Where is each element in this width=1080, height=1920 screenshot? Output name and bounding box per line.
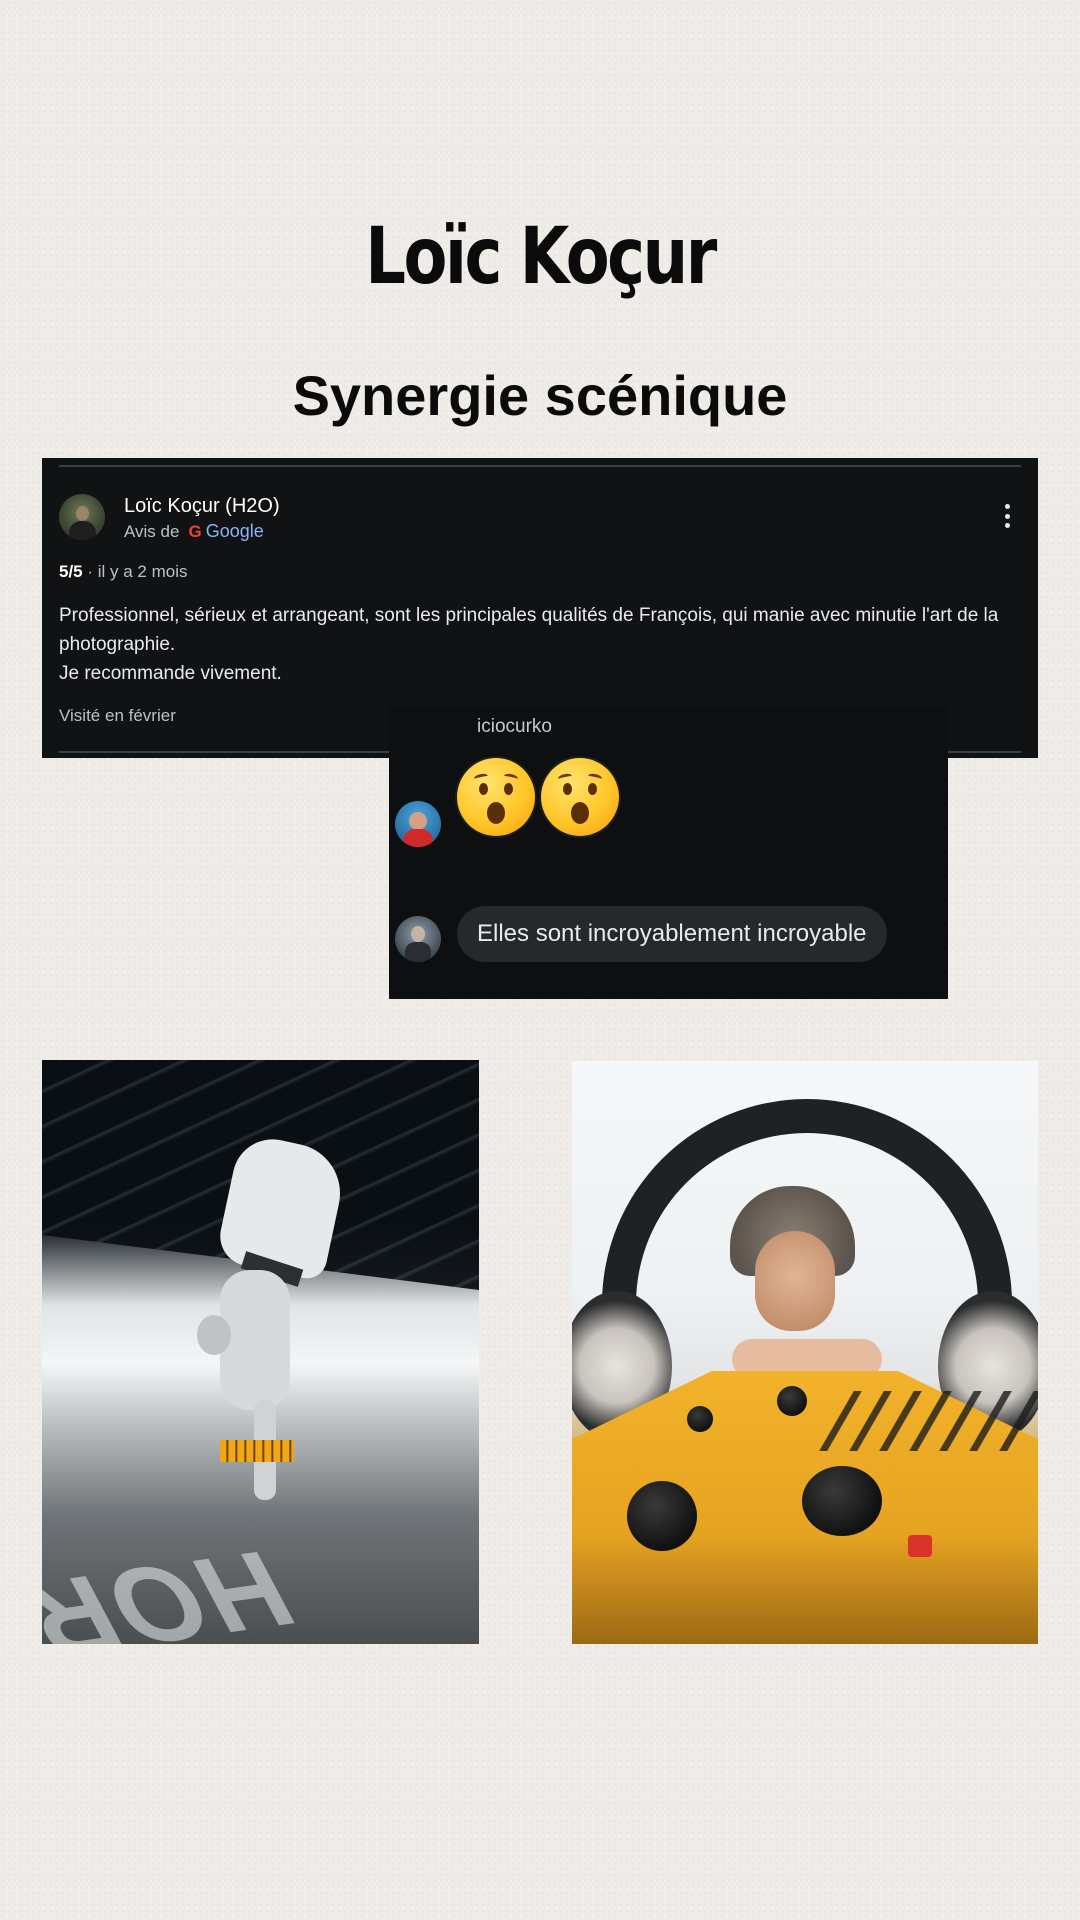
chat-avatar[interactable]: [395, 801, 441, 847]
review-text-line: Je recommande vivement.: [59, 663, 282, 684]
breakdancer-photo: ЯOH: [42, 1060, 479, 1644]
review-visited: Visité en février: [59, 706, 176, 725]
chat-username[interactable]: iciocurko: [477, 716, 552, 738]
review-source: Avis de G Google: [124, 521, 264, 542]
astonished-face-icon: [457, 758, 535, 836]
review-text-line: Professionnel, sérieux et arrangeant, so…: [59, 605, 999, 655]
reviewer-avatar[interactable]: [59, 494, 105, 540]
synthesizer: [220, 1440, 294, 1462]
astonished-face-icon: [541, 758, 619, 836]
chat-avatar[interactable]: [395, 916, 441, 962]
review-source-label: Avis de: [124, 521, 180, 541]
producer-photo: [572, 1061, 1038, 1644]
chat-screenshot: iciocurko Elles sont incroyablement incr…: [389, 706, 948, 999]
page-subtitle: Synergie scénique: [292, 364, 788, 427]
kebab-menu-icon[interactable]: [1004, 504, 1010, 528]
reaction-emojis: [457, 758, 619, 836]
google-link[interactable]: Google: [206, 521, 264, 542]
review-text: Professionnel, sérieux et arrangeant, so…: [59, 601, 1029, 688]
chat-message-bubble[interactable]: Elles sont incroyablement incroyable: [457, 906, 887, 962]
review-rating: 5/5: [59, 562, 83, 581]
page-title: Loïc Koçur: [365, 212, 717, 302]
reviewer-name[interactable]: Loïc Koçur (H2O): [124, 495, 280, 518]
google-logo-icon: G: [188, 521, 202, 541]
floor-marking: ЯOH: [42, 1527, 318, 1644]
review-age: · il y a 2 mois: [82, 562, 188, 581]
review-rating-line: 5/5 · il y a 2 mois: [59, 562, 188, 582]
divider: [59, 465, 1021, 467]
